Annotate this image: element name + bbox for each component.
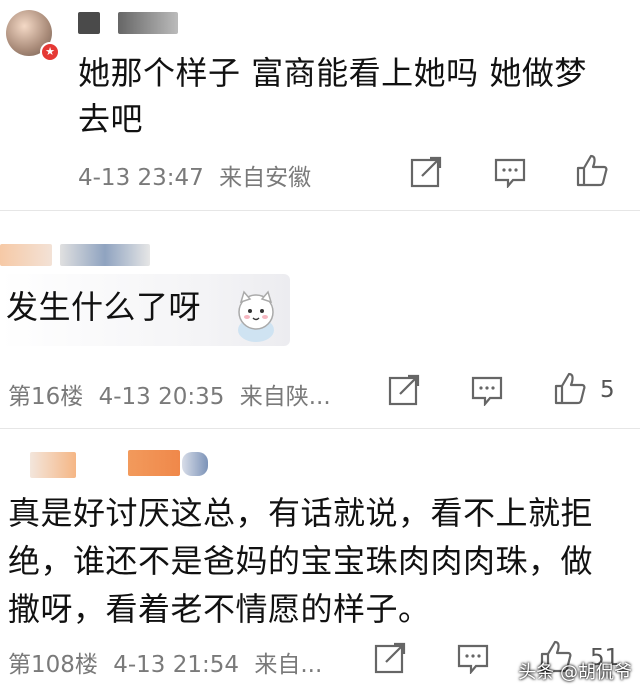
divider [0,210,640,211]
comment-datetime: 4-13 20:35 [98,384,225,410]
username-redacted[interactable] [118,12,178,34]
like-icon[interactable] [552,370,588,406]
comment-text: 真是好讨厌这总，有话就说，看不上就拒 绝，谁还不是爸妈的宝宝珠肉肉肉珠，做 撒呀… [8,489,593,633]
comment-text-line: 她那个样子 富商能看上她吗 她做梦 [78,54,587,92]
like-icon[interactable] [574,152,610,188]
comment-datetime: 4-13 21:54 [113,652,240,678]
comment-text: 她那个样子 富商能看上她吗 她做梦 去吧 [78,50,587,142]
comment-location: 来自安徽 [219,165,312,191]
comment-text-line: 绝，谁还不是爸妈的宝宝珠肉肉肉珠，做 [8,542,594,580]
divider [0,428,640,429]
comment-meta: 第16楼 4-13 20:35 来自陕... [8,377,331,411]
comment-location: 来自... [254,652,323,678]
comment-text: 发生什么了呀 [6,288,202,326]
username-redacted[interactable] [60,244,150,266]
share-icon[interactable] [374,642,408,674]
comment-floor: 第16楼 [8,384,84,410]
share-icon[interactable] [388,374,422,406]
username-redacted[interactable] [30,452,76,478]
username-redacted[interactable] [128,450,180,476]
username-redacted[interactable] [182,452,208,476]
username-redacted[interactable] [78,12,100,34]
reply-icon[interactable] [470,374,504,406]
comment-floor: 第108楼 [8,652,98,678]
comment-text-line: 真是好讨厌这总，有话就说，看不上就拒 [8,494,594,532]
comment-meta: 4-13 23:47 来自安徽 [78,158,311,192]
username-redacted[interactable] [0,244,52,266]
like-count: 5 [600,377,615,403]
watermark: 头条 @胡侃爷 [518,662,632,683]
comment-text-line: 去吧 [78,100,144,138]
comment-datetime: 4-13 23:47 [78,165,204,191]
reply-icon[interactable] [493,156,527,188]
comment-location: 来自陕... [239,384,331,410]
share-icon[interactable] [410,156,444,188]
comment-meta: 第108楼 4-13 21:54 来自... [8,645,322,679]
verified-badge-icon: ★ [40,42,60,62]
cartoon-cat-sticker-icon [230,290,282,348]
reply-icon[interactable] [456,642,490,674]
comment-text-line: 撒呀，看着老不情愿的样子。 [8,590,431,628]
